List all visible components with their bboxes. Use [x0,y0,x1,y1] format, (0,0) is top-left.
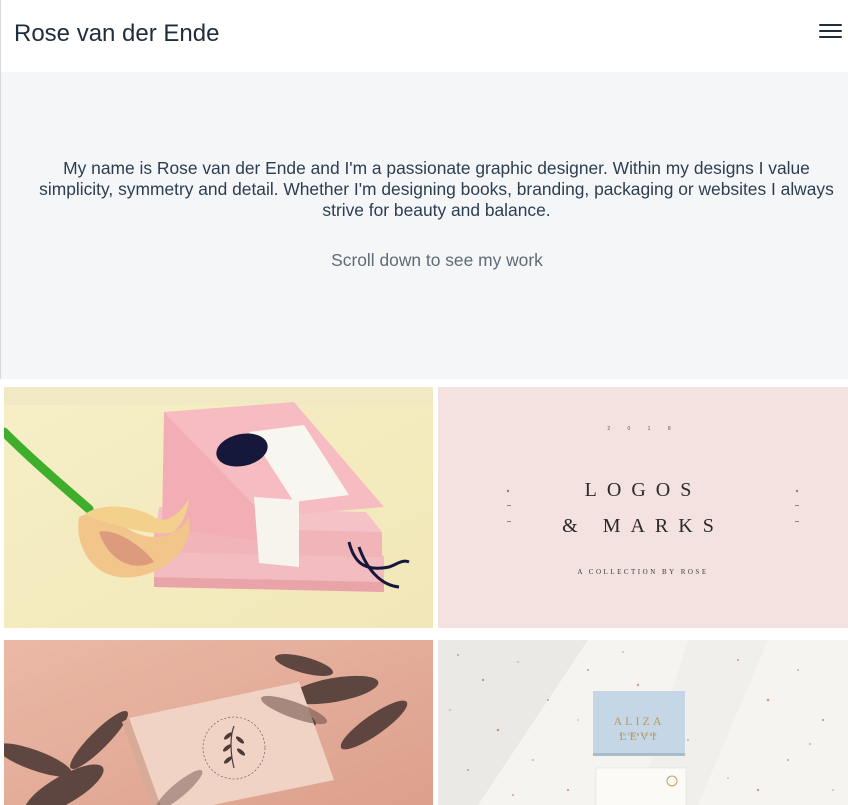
portfolio-grid: 2 0 1 8 LOGOS & MARKS A COLLECTION BY RO… [0,379,848,805]
site-header: Rose van der Ende [1,0,848,72]
portfolio-tile-merry-moore[interactable] [4,640,433,805]
intro-text: My name is Rose van der Ende and I'm a p… [39,158,834,220]
aliza-levi-card-subtitle: INTERIORS [619,732,659,737]
aliza-levi-card-title: ALIZA LEVI [613,714,665,743]
merry-moore-photo [4,640,433,805]
portfolio-tile-aliza-levi[interactable]: ALIZA LEVI INTERIORS [438,640,848,805]
hamburger-menu-icon[interactable] [819,24,843,42]
logos-decor [506,489,799,522]
portfolio-tile-logos[interactable]: 2 0 1 8 LOGOS & MARKS A COLLECTION BY RO… [438,387,848,628]
site-title[interactable]: Rose van der Ende [14,20,219,48]
scroll-hint: Scroll down to see my work [331,250,543,270]
intro-section: My name is Rose van der Ende and I'm a p… [1,72,848,379]
books-photo [4,387,433,628]
portfolio-tile-books[interactable] [4,387,433,628]
